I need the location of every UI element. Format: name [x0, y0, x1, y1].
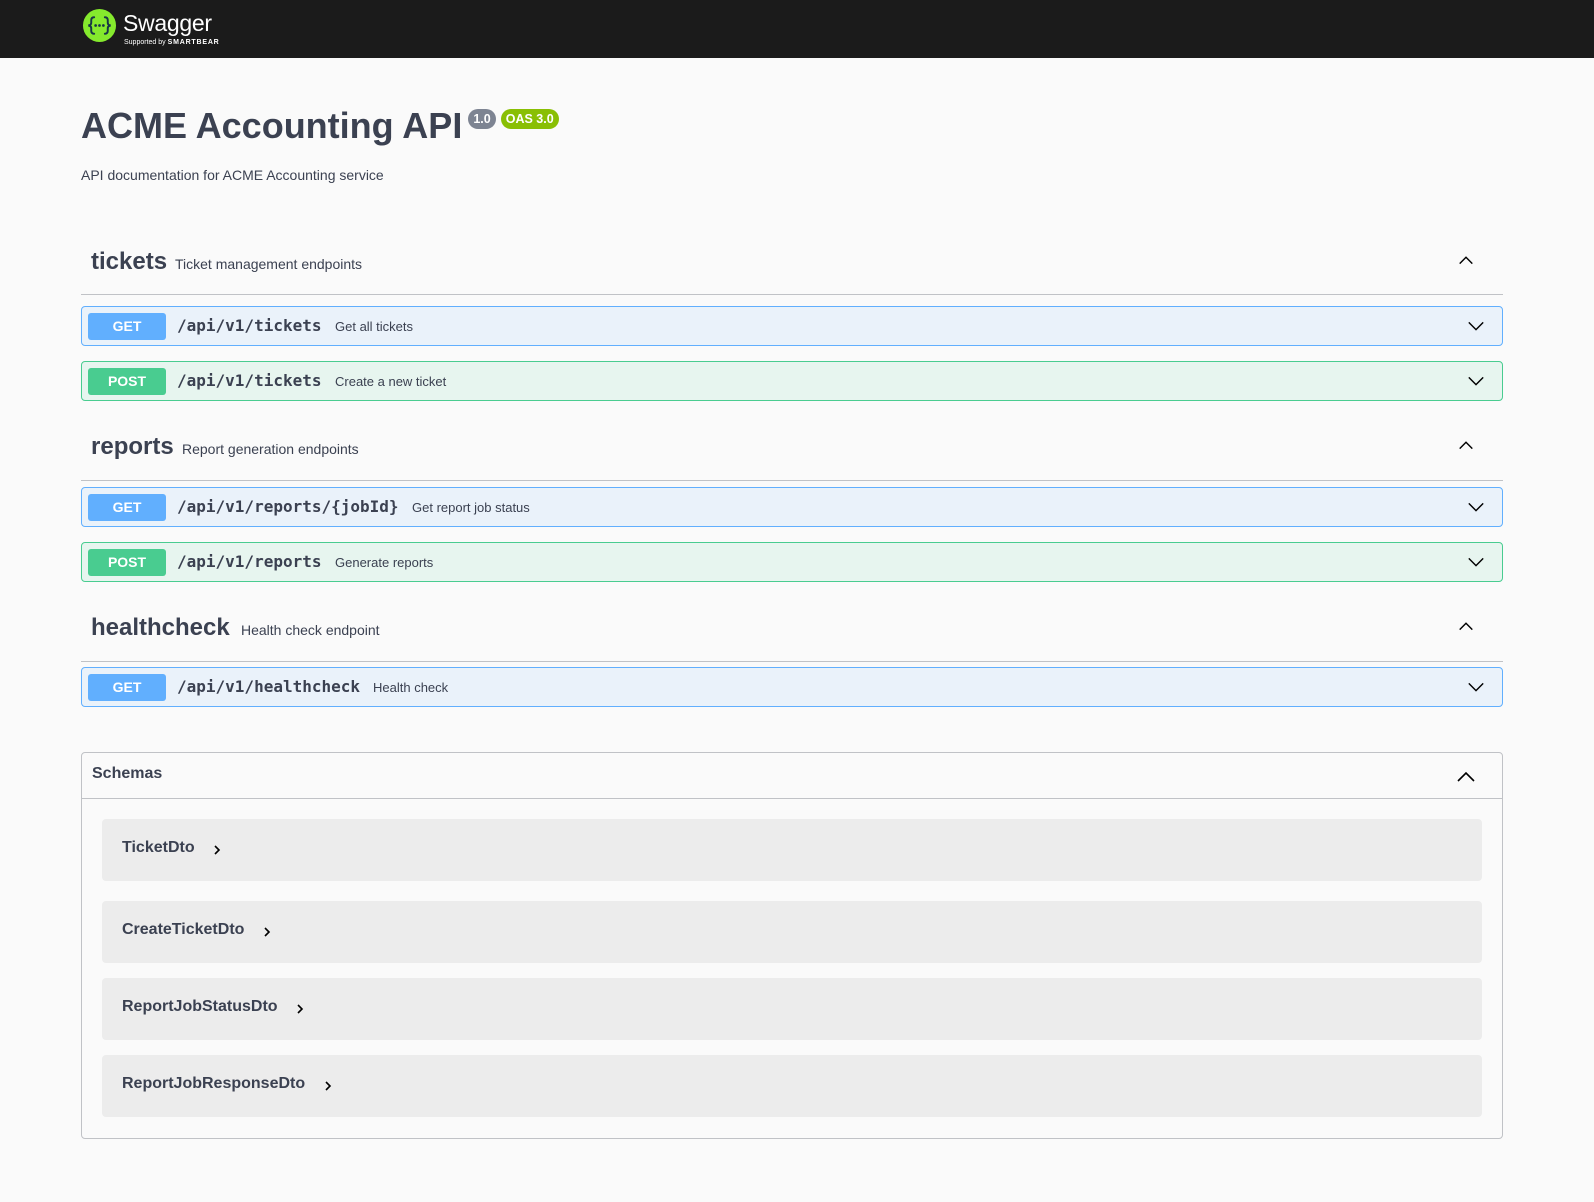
title-row: ACME Accounting API 1.0 OAS 3.0	[81, 104, 559, 148]
chevron-right-icon[interactable]	[294, 1002, 306, 1016]
oas-badge: OAS 3.0	[500, 109, 559, 129]
method-badge-get: GET	[88, 494, 166, 521]
chevron-down-icon[interactable]	[1467, 678, 1485, 696]
chevron-up-icon[interactable]	[1457, 251, 1475, 269]
chevron-down-icon[interactable]	[1467, 498, 1485, 516]
brand-sub-prefix: Supported by	[124, 39, 166, 46]
model-name: TicketDto	[122, 839, 195, 856]
chevron-up-icon[interactable]	[1456, 767, 1476, 787]
schemas-section: Schemas TicketDto CreateTicketDto Report…	[81, 752, 1503, 1139]
brand-name: Swagger	[123, 10, 212, 36]
operation-get-report-status[interactable]: GET /api/v1/reports/{jobId} Get report j…	[81, 487, 1503, 527]
operation-summary: Generate reports	[335, 555, 434, 570]
version-badge: 1.0	[468, 109, 496, 129]
brand-sub-company: SMARTBEAR	[167, 39, 220, 46]
model-name: CreateTicketDto	[122, 921, 245, 938]
method-badge-get: GET	[88, 313, 166, 340]
tag-name: reports	[91, 433, 174, 460]
tag-name: tickets	[91, 248, 168, 275]
tag-header-reports[interactable]: reports Report generation endpoints	[81, 421, 1503, 481]
method-badge-post: POST	[88, 549, 166, 576]
operation-path: /api/v1/tickets	[177, 371, 322, 390]
method-badge-post: POST	[88, 368, 166, 395]
brand-subtitle: Supported by SMARTBEAR	[124, 39, 220, 46]
operation-summary: Get report job status	[412, 500, 530, 515]
tag-header-healthcheck[interactable]: healthcheck Health check endpoint	[81, 602, 1503, 662]
model-create-ticket-dto[interactable]: CreateTicketDto	[102, 901, 1482, 963]
swagger-logo-icon	[82, 8, 117, 43]
operation-path: /api/v1/reports	[177, 552, 322, 571]
topbar: Swagger Supported by SMARTBEAR	[0, 0, 1594, 58]
chevron-down-icon[interactable]	[1467, 317, 1485, 335]
operation-get-healthcheck[interactable]: GET /api/v1/healthcheck Health check	[81, 667, 1503, 707]
api-info: ACME Accounting API 1.0 OAS 3.0	[81, 104, 559, 148]
operation-summary: Create a new ticket	[335, 374, 447, 389]
chevron-right-icon[interactable]	[211, 843, 223, 857]
schemas-title: Schemas	[92, 765, 163, 782]
chevron-right-icon[interactable]	[261, 925, 273, 939]
chevron-up-icon[interactable]	[1457, 436, 1475, 454]
operation-post-reports[interactable]: POST /api/v1/reports Generate reports	[81, 542, 1503, 582]
tag-header-tickets[interactable]: tickets Ticket management endpoints	[81, 235, 1503, 295]
model-report-job-status-dto[interactable]: ReportJobStatusDto	[102, 978, 1482, 1040]
tag-description: Report generation endpoints	[182, 441, 359, 457]
tag-description: Ticket management endpoints	[175, 256, 363, 272]
api-description: API documentation for ACME Accounting se…	[81, 167, 384, 183]
operation-post-tickets[interactable]: POST /api/v1/tickets Create a new ticket	[81, 361, 1503, 401]
chevron-right-icon[interactable]	[322, 1079, 334, 1093]
model-ticket-dto[interactable]: TicketDto	[102, 819, 1482, 881]
operation-path: /api/v1/tickets	[177, 316, 322, 335]
operation-summary: Health check	[373, 680, 449, 695]
model-report-job-response-dto[interactable]: ReportJobResponseDto	[102, 1055, 1482, 1117]
model-name: ReportJobStatusDto	[122, 998, 278, 1015]
chevron-up-icon[interactable]	[1457, 617, 1475, 635]
tag-name: healthcheck	[91, 614, 230, 641]
operation-summary: Get all tickets	[335, 319, 414, 334]
operation-path: /api/v1/reports/{jobId}	[177, 497, 399, 516]
chevron-down-icon[interactable]	[1467, 372, 1485, 390]
swagger-logo-link[interactable]: Swagger Supported by SMARTBEAR	[82, 8, 233, 48]
logo-text: Swagger Supported by SMARTBEAR	[123, 8, 233, 48]
operation-path: /api/v1/healthcheck	[177, 677, 361, 696]
chevron-down-icon[interactable]	[1467, 553, 1485, 571]
method-badge-get: GET	[88, 674, 166, 701]
tag-description: Health check endpoint	[241, 622, 380, 638]
operation-get-tickets[interactable]: GET /api/v1/tickets Get all tickets	[81, 306, 1503, 346]
schemas-header[interactable]: Schemas	[82, 753, 1502, 799]
api-title: ACME Accounting API	[81, 105, 463, 146]
model-name: ReportJobResponseDto	[122, 1075, 306, 1092]
